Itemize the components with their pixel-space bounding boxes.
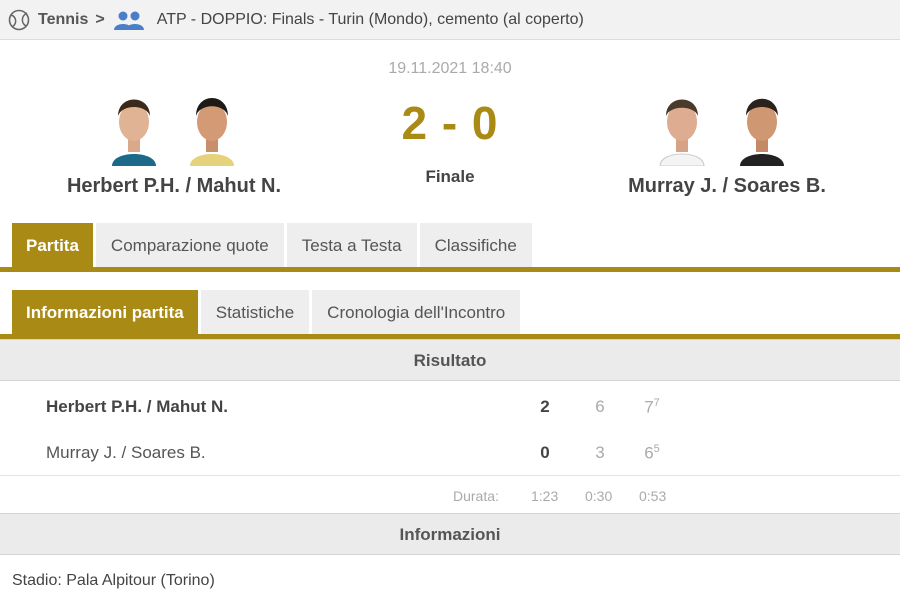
player-photo-herbert[interactable] [108,86,160,166]
match-date: 19.11.2021 18:40 [388,60,512,77]
result-sets-won: 0 [540,443,550,462]
result-team-name[interactable]: Murray J. / Soares B. [46,443,206,463]
result-set2-score: 77 [644,397,660,417]
tab-partita[interactable]: Partita [12,223,93,268]
tab-statistiche[interactable]: Statistiche [200,290,310,335]
player-photo-mahut[interactable] [186,86,238,166]
sub-tabs: Informazioni partita Statistiche Cronolo… [12,290,900,335]
away-team-name[interactable]: Murray J. / Soares B. [572,175,882,198]
breadcrumb-sport-link[interactable]: Tennis [38,11,88,29]
home-team-name[interactable]: Herbert P.H. / Mahut N. [24,175,324,198]
result-row-away: Murray J. / Soares B. 0 3 65 [0,429,900,475]
doubles-people-icon [113,10,145,30]
tab-testa-a-testa[interactable]: Testa a Testa [286,223,417,268]
player-photo-soares[interactable] [736,86,788,166]
result-sets-won: 2 [540,397,550,416]
result-set2-score: 65 [644,443,660,463]
tab-underline [0,267,900,272]
tiebreak-score: 7 [653,397,660,409]
result-row-home: Herbert P.H. / Mahut N. 2 6 77 [0,383,900,429]
tab-informazioni-partita[interactable]: Informazioni partita [12,290,198,335]
result-set1-score: 6 [595,397,605,416]
main-tabs: Partita Comparazione quote Testa a Testa… [12,223,900,268]
tab-comparazione-quote[interactable]: Comparazione quote [95,223,284,268]
breadcrumb-tournament-link[interactable]: ATP - DOPPIO: Finals - Turin (Mondo), ce… [157,11,584,29]
duration-total: 1:23 [531,488,559,504]
duration-row: Durata: 1:23 0:30 0:53 [0,475,900,513]
info-section-header: Informazioni [0,513,900,555]
result-section-header: Risultato [0,339,900,381]
tennis-ball-icon [8,9,30,31]
player-photo-murray[interactable] [656,86,708,166]
duration-set1: 0:30 [585,488,613,504]
chevron-right-icon: > [95,10,105,28]
duration-label: Durata: [453,488,499,504]
tab-cronologia[interactable]: Cronologia dell'Incontro [312,290,521,335]
tiebreak-score: 5 [653,443,660,455]
result-team-name[interactable]: Herbert P.H. / Mahut N. [46,397,228,417]
tab-classifiche[interactable]: Classifiche [419,223,532,268]
duration-set2: 0:53 [639,488,667,504]
breadcrumb: Tennis > ATP - DOPPIO: Finals - Turin (M… [0,0,900,40]
result-set1-score: 3 [595,443,605,462]
stadium-info: Stadio: Pala Alpitour (Torino) [12,572,215,589]
